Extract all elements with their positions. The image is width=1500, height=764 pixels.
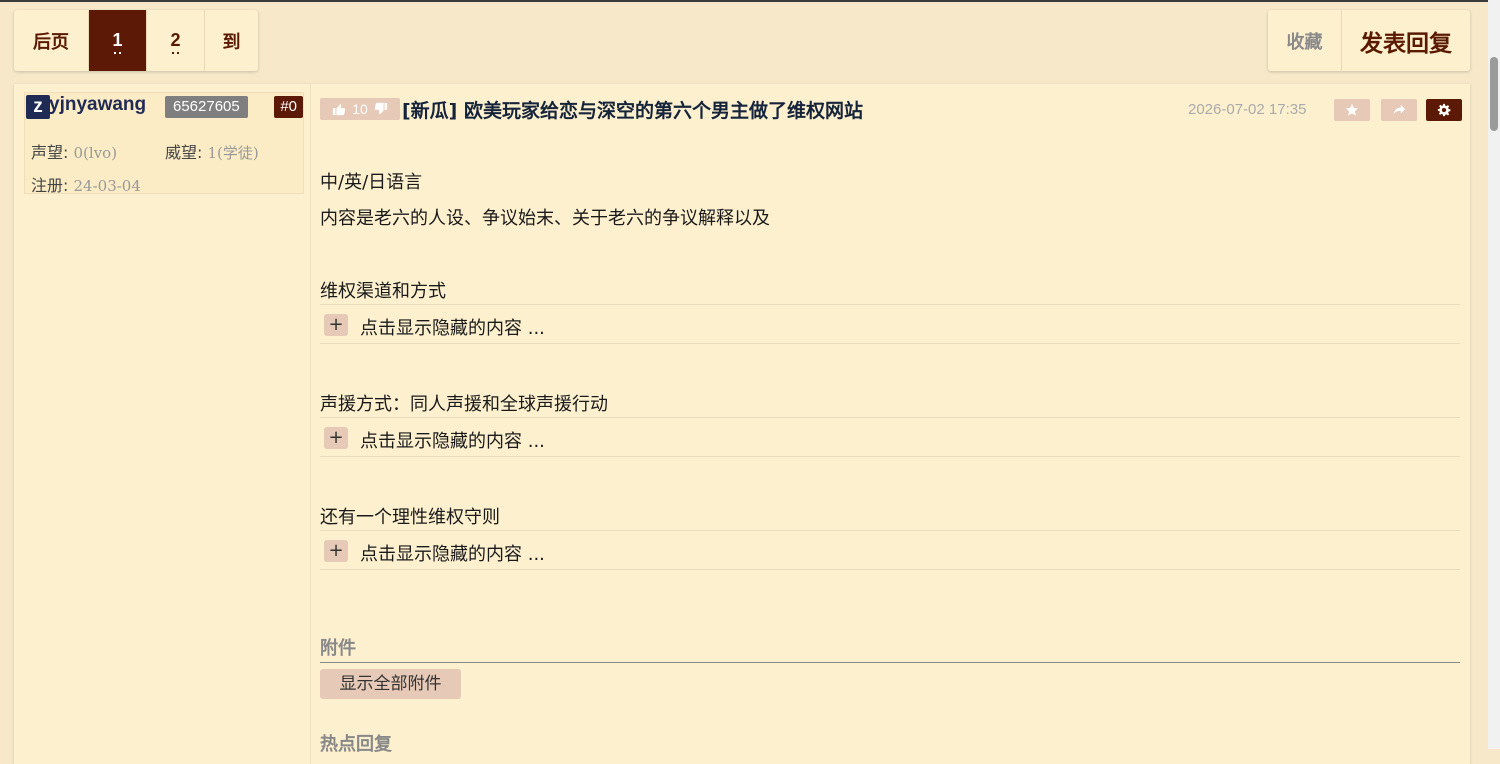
post-reply-button[interactable]: 发表回复	[1342, 10, 1470, 71]
user-id-badge[interactable]: 65627605	[165, 96, 248, 118]
power-label: 威望:	[165, 143, 203, 162]
scrollbar-thumb[interactable]	[1490, 57, 1498, 131]
avatar[interactable]: z	[26, 95, 50, 119]
show-all-attachments-button[interactable]: 显示全部附件	[320, 669, 461, 699]
hidden-content-toggle-3[interactable]: + 点击显示隐藏的内容 ...	[320, 530, 1460, 570]
page-2-button[interactable]: 2	[147, 10, 205, 71]
section-support-methods: 声援方式：同人声援和全球声援行动	[320, 394, 608, 415]
page-1-label: 1	[112, 30, 123, 54]
post-content: 10 [新瓜] 欧美玩家给恋与深空的第六个男主做了维权网站 2026-07-02…	[320, 84, 1462, 764]
expand-button[interactable]: +	[324, 427, 348, 449]
page-1-button[interactable]: 1	[89, 10, 147, 71]
share-icon	[1393, 104, 1406, 115]
expand-button[interactable]: +	[324, 314, 348, 336]
hidden-content-toggle-1[interactable]: + 点击显示隐藏的内容 ...	[320, 304, 1460, 344]
post-container: z yjnyawang 65627605 #0 声望: 0(lvo) 威望: 1…	[14, 84, 1470, 764]
share-button[interactable]	[1381, 99, 1417, 121]
register-label: 注册:	[31, 176, 69, 195]
scrollbar[interactable]	[1488, 0, 1500, 749]
page-2-label: 2	[170, 30, 181, 54]
favorite-button[interactable]: 收藏	[1268, 10, 1342, 71]
like-count: 10	[352, 101, 368, 117]
username-link[interactable]: yjnyawang	[49, 94, 146, 116]
thread-actions: 收藏 发表回复	[1268, 10, 1470, 71]
thumbs-down-icon[interactable]	[374, 102, 388, 116]
star-button[interactable]	[1334, 99, 1370, 121]
post-date: 2026-07-02 17:35	[1188, 101, 1307, 118]
section-rational-rules: 还有一个理性维权守则	[320, 507, 500, 528]
register-value: 24-03-04	[73, 177, 141, 195]
power-stat: 威望: 1(学徒)	[165, 139, 259, 163]
thumbs-up-icon[interactable]	[332, 102, 346, 116]
fame-stat: 声望: 0(lvo)	[31, 139, 117, 163]
pagination: 后页 1 2 到	[14, 10, 258, 71]
floor-badge[interactable]: #0	[274, 96, 303, 118]
goto-page-button[interactable]: 到	[205, 10, 258, 71]
show-hidden-label[interactable]: 点击显示隐藏的内容 ...	[360, 540, 545, 566]
star-icon	[1345, 103, 1359, 116]
attachments-heading: 附件	[320, 634, 1460, 663]
text-languages: 中/英/日语言	[320, 172, 423, 193]
prev-page-button[interactable]: 后页	[14, 10, 89, 71]
user-info-box: z yjnyawang 65627605 #0 声望: 0(lvo) 威望: 1…	[24, 92, 304, 196]
power-value: 1(学徒)	[207, 144, 259, 162]
show-hidden-label[interactable]: 点击显示隐藏的内容 ...	[360, 427, 545, 453]
gear-button[interactable]	[1426, 99, 1462, 121]
hidden-content-toggle-2[interactable]: + 点击显示隐藏的内容 ...	[320, 417, 1460, 457]
gear-icon	[1437, 103, 1451, 117]
user-sidebar: z yjnyawang 65627605 #0 声望: 0(lvo) 威望: 1…	[14, 84, 311, 764]
text-content-summary: 内容是老六的人设、争议始末、关于老六的争议解释以及	[320, 208, 770, 229]
vote-box: 10	[320, 98, 400, 120]
expand-button[interactable]: +	[324, 540, 348, 562]
window-top-border	[0, 0, 1500, 2]
fame-label: 声望:	[31, 143, 69, 162]
show-hidden-label[interactable]: 点击显示隐藏的内容 ...	[360, 314, 545, 340]
hot-replies-heading: 热点回复	[320, 734, 392, 755]
post-title: [新瓜] 欧美玩家给恋与深空的第六个男主做了维权网站	[402, 100, 863, 122]
register-date: 注册: 24-03-04	[31, 172, 141, 196]
fame-value: 0(lvo)	[73, 144, 118, 162]
section-rights-channels: 维权渠道和方式	[320, 281, 446, 302]
